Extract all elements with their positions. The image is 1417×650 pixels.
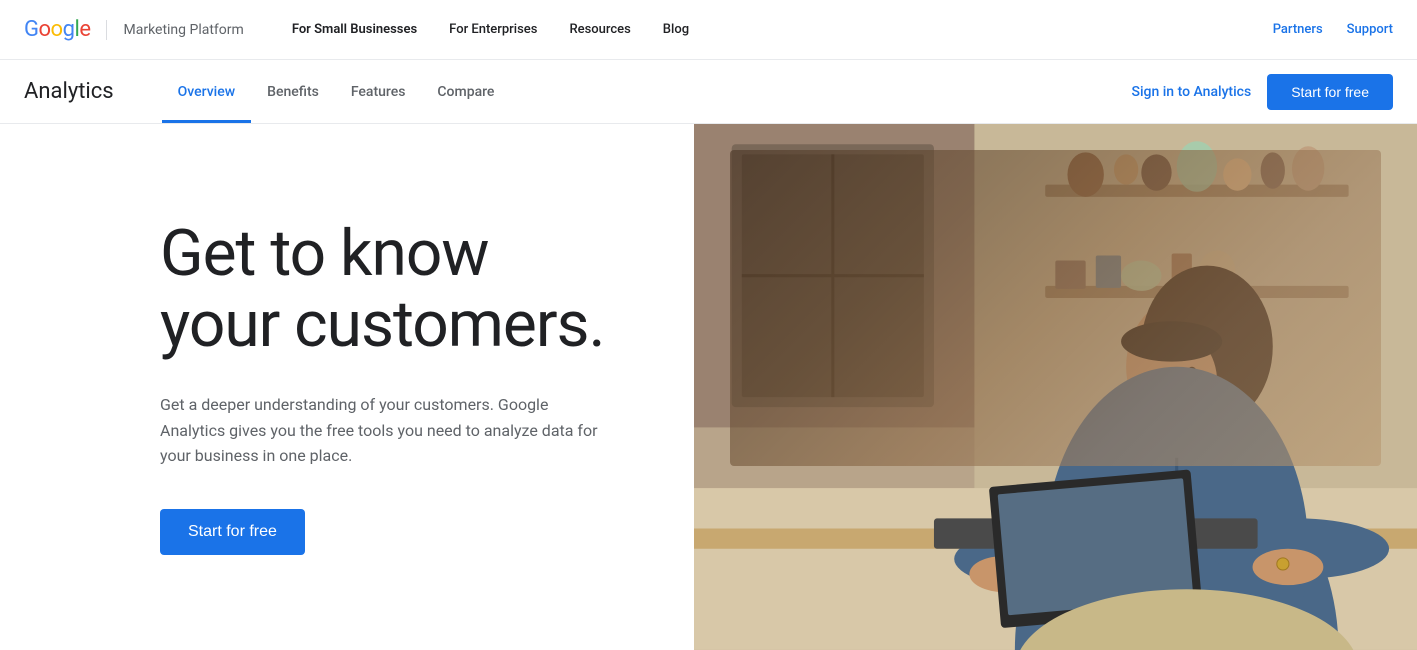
nav-link-resources[interactable]: Resources	[553, 0, 646, 60]
hero-section: Get to know your customers. Get a deeper…	[0, 124, 1417, 650]
logo-letter-g: G	[24, 17, 39, 42]
nav-link-enterprises[interactable]: For Enterprises	[433, 0, 553, 60]
logo-letter-o2: o	[51, 17, 63, 42]
sub-navigation: Analytics Overview Benefits Features Com…	[0, 60, 1417, 124]
top-navigation: Google Marketing Platform For Small Busi…	[0, 0, 1417, 60]
subnav-compare[interactable]: Compare	[421, 60, 510, 123]
hero-headline: Get to know your customers.	[160, 219, 614, 360]
subnav-features[interactable]: Features	[335, 60, 422, 123]
nav-link-small-biz[interactable]: For Small Businesses	[276, 0, 433, 60]
top-nav-right: Partners Support	[1273, 22, 1393, 37]
subnav-overview[interactable]: Overview	[162, 60, 251, 123]
subnav-benefits[interactable]: Benefits	[251, 60, 335, 123]
hero-image-area	[694, 124, 1417, 650]
partners-link[interactable]: Partners	[1273, 22, 1323, 37]
logo-letter-e: e	[79, 17, 90, 42]
logo-area[interactable]: Google Marketing Platform	[24, 17, 244, 42]
hero-cta-button[interactable]: Start for free	[160, 509, 305, 555]
hero-background-image	[694, 124, 1417, 650]
hero-description: Get a deeper understanding of your custo…	[160, 392, 614, 469]
google-wordmark: Google	[24, 17, 90, 42]
hero-illustration	[694, 124, 1417, 650]
top-nav-links: For Small Businesses For Enterprises Res…	[276, 0, 1273, 60]
logo-letter-o1: o	[39, 17, 51, 42]
sign-in-link[interactable]: Sign in to Analytics	[1131, 84, 1251, 100]
start-free-button-header[interactable]: Start for free	[1267, 74, 1393, 110]
sub-nav-links: Overview Benefits Features Compare	[162, 60, 1132, 123]
logo-letter-g2: g	[63, 17, 75, 42]
product-name: Marketing Platform	[123, 22, 243, 38]
analytics-title: Analytics	[24, 79, 114, 104]
hero-left-content: Get to know your customers. Get a deeper…	[0, 124, 694, 650]
sub-nav-right-actions: Sign in to Analytics Start for free	[1131, 74, 1417, 110]
support-link[interactable]: Support	[1347, 22, 1393, 37]
nav-link-blog[interactable]: Blog	[647, 0, 705, 60]
logo-separator	[106, 20, 107, 40]
